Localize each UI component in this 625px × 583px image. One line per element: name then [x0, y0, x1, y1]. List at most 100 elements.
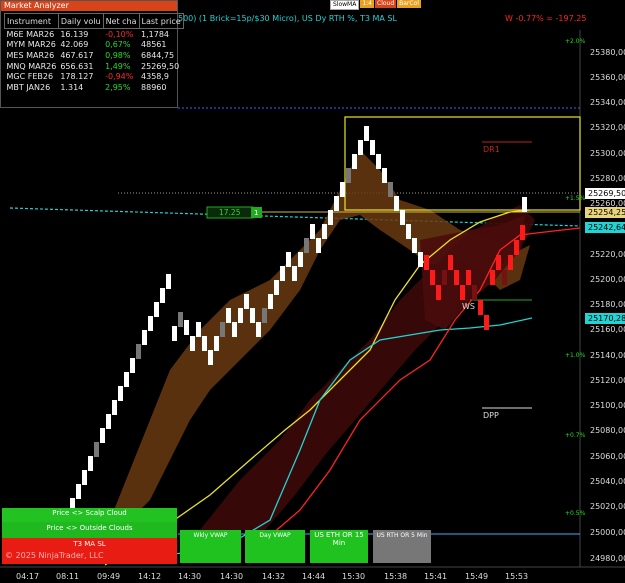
cell-volume: 467.617	[60, 50, 94, 60]
market-analyzer-row[interactable]: MES MAR26 467.617 0,98% 6844,75	[5, 50, 184, 61]
ws-label: WS	[462, 302, 475, 311]
cell-net: 1,49%	[105, 61, 131, 71]
renko-brick	[364, 126, 369, 141]
market-analyzer-row[interactable]: M6E MAR26 16.139 -0,10% 1,1784	[5, 29, 184, 40]
cell-instrument: MBT JAN26	[6, 82, 51, 92]
renko-brick	[196, 322, 201, 337]
last-price-badge: 25269,50	[585, 188, 625, 199]
time-tick: 15:41	[424, 572, 448, 581]
renko-brick	[232, 322, 237, 337]
col-last-price[interactable]: Last price	[138, 13, 184, 29]
renko-brick	[124, 372, 129, 387]
market-analyzer-title[interactable]: Market Analyzer	[1, 1, 177, 11]
renko-brick	[304, 238, 309, 253]
price-tick: 25380,00	[590, 48, 625, 57]
renko-brick	[484, 315, 489, 330]
renko-brick	[178, 312, 183, 327]
time-tick: 15:49	[465, 572, 489, 581]
renko-brick	[334, 196, 339, 211]
renko-brick	[412, 238, 417, 253]
wkly-vwap-button[interactable]: Wkly VWAP	[180, 530, 241, 563]
us-rth-or-button[interactable]: US RTH OR 5 Min	[373, 530, 431, 563]
cell-net: 0,67%	[105, 40, 131, 50]
renko-brick	[310, 224, 315, 239]
cell-net: -0,10%	[105, 29, 134, 39]
renko-brick	[262, 308, 267, 323]
svg-text:+2.0%: +2.0%	[565, 38, 586, 45]
price-tick: 25040,00	[590, 477, 625, 486]
renko-brick	[190, 336, 195, 351]
cloud-toggle[interactable]: Cloud	[375, 0, 397, 8]
renko-brick	[292, 266, 297, 281]
col-instrument[interactable]: Instrument	[4, 13, 59, 29]
renko-brick	[520, 225, 525, 240]
renko-brick	[268, 294, 273, 309]
svg-text:+1.5%: +1.5%	[565, 195, 586, 202]
renko-brick	[76, 484, 81, 499]
pl-status: W -0.77% = -197.25	[505, 14, 587, 23]
indicator-toolbar: SlowMA 1:4 Cloud BarCol	[330, 0, 421, 10]
renko-brick	[454, 270, 459, 285]
outside-cloud-panel: Price <> Outside Clouds	[2, 522, 177, 538]
market-analyzer-row[interactable]: MBT JAN26 1.314 2,95% 88960	[5, 82, 184, 93]
price-tick: 25000,00	[590, 528, 625, 537]
renko-brick	[346, 168, 351, 183]
renko-brick	[328, 210, 333, 225]
renko-brick	[478, 300, 483, 315]
renko-brick	[418, 252, 423, 267]
market-analyzer-row[interactable]: MNQ MAR26 656.631 1,49% 25269,50	[5, 61, 184, 72]
x-toggle[interactable]: 1:4	[360, 0, 374, 8]
renko-brick	[370, 140, 375, 155]
renko-brick	[448, 255, 453, 270]
price-tick: 25060,00	[590, 452, 625, 461]
market-analyzer-row[interactable]: MYM MAR26 42.069 0,67% 48561	[5, 40, 184, 51]
renko-brick	[358, 140, 363, 155]
price-tick: 25020,00	[590, 502, 625, 511]
market-analyzer-panel[interactable]: Market Analyzer Instrument Daily volu Ne…	[0, 0, 184, 108]
cyan-price-badge-2: 25170,28	[585, 313, 625, 324]
slowma-toggle[interactable]: SlowMA	[330, 0, 360, 10]
svg-text:+0.5%: +0.5%	[565, 510, 586, 517]
us-eth-or-button[interactable]: US ETH OR 15 Min	[310, 530, 368, 563]
renko-brick	[496, 255, 501, 270]
cell-last: 6844,75	[141, 50, 175, 60]
renko-brick	[286, 252, 291, 267]
price-tick: 25140,00	[590, 351, 625, 360]
cell-volume: 656.631	[60, 61, 94, 71]
cell-net: 2,95%	[105, 82, 131, 92]
renko-brick	[376, 154, 381, 169]
position-box-qty: 1	[254, 209, 258, 217]
renko-brick	[424, 255, 429, 270]
barcol-toggle[interactable]: BarCol	[397, 0, 421, 8]
renko-brick	[340, 182, 345, 197]
pct-labels: +2.0% +1.5% +1.0% +0.7% +0.5%	[565, 38, 586, 517]
renko-brick	[442, 270, 447, 285]
col-net-change[interactable]: Net cha	[102, 13, 140, 29]
market-analyzer-row[interactable]: MGC FEB26 178.127 -0,94% 4358,9	[5, 71, 184, 82]
renko-brick	[202, 336, 207, 351]
time-tick: 09:49	[97, 572, 121, 581]
cell-net: -0,94%	[105, 72, 134, 82]
col-volume[interactable]: Daily volu	[57, 13, 104, 29]
renko-brick	[430, 270, 435, 285]
renko-brick	[256, 322, 261, 337]
cell-instrument: MNQ MAR26	[6, 61, 57, 71]
price-tick: 25360,00	[590, 73, 625, 82]
cell-last: 4358,9	[141, 72, 170, 82]
renko-brick	[298, 252, 303, 267]
time-tick: 14:30	[178, 572, 202, 581]
time-tick: 14:30	[220, 572, 244, 581]
renko-brick	[184, 320, 189, 335]
dpp-label: DPP	[483, 411, 499, 420]
renko-brick	[490, 270, 495, 285]
day-vwap-button[interactable]: Day VWAP	[245, 530, 305, 563]
cell-volume: 42.069	[60, 40, 89, 50]
price-tick: 25300,00	[590, 149, 625, 158]
renko-brick	[466, 270, 471, 285]
renko-brick	[472, 285, 477, 300]
renko-brick	[502, 270, 507, 285]
cell-volume: 1.314	[60, 82, 84, 92]
chart-description: 500) (1 Brick=15p/$30 Micro), US Dy RTH …	[178, 14, 397, 23]
price-tick: 25080,00	[590, 426, 625, 435]
renko-brick	[394, 196, 399, 211]
